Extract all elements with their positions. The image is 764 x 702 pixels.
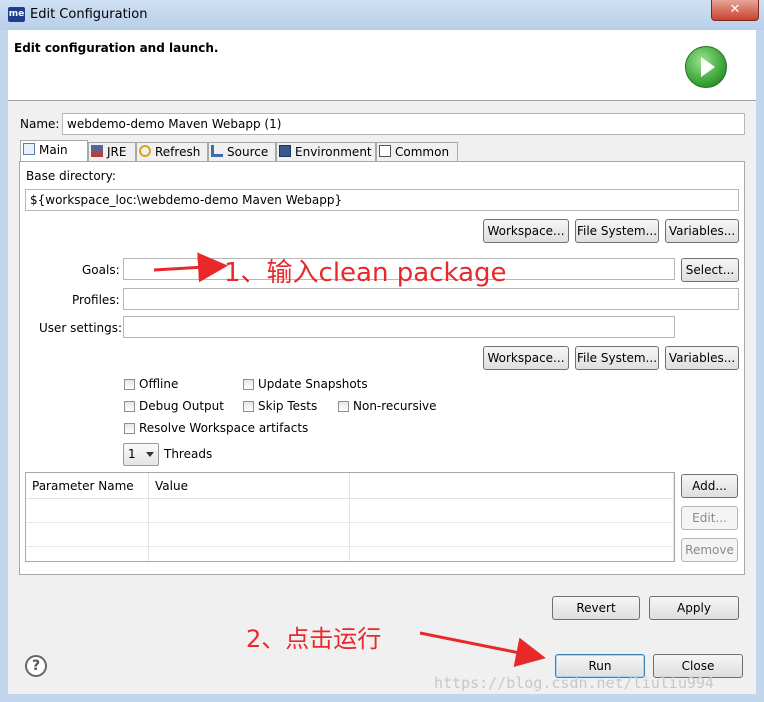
annotation-arrows [153,252,546,668]
arrow-to-run [419,631,546,668]
annotation-step2: 2、点击运行 [246,625,382,653]
annotation-step1: 1、输入clean package [224,258,507,288]
watermark: https://blog.csdn.net/liuliu994 [434,674,714,692]
arrow-to-goals [153,252,228,283]
